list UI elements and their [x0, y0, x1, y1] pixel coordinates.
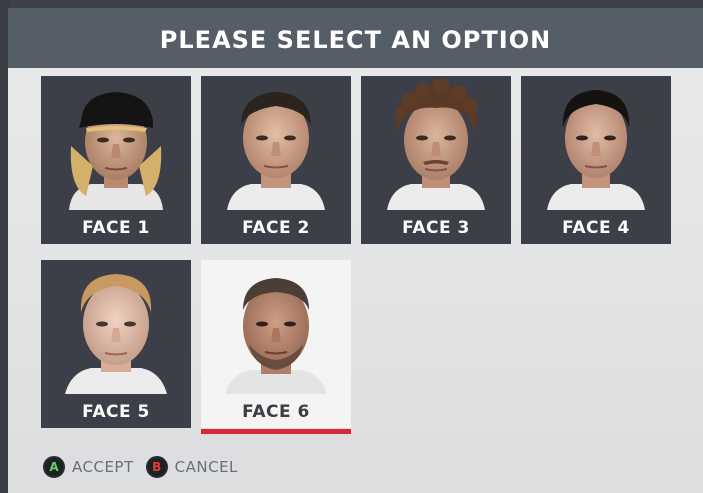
accept-label[interactable]: ACCEPT: [72, 458, 134, 476]
face-4-label: FACE 4: [562, 218, 630, 238]
dialog-header: PLEASE SELECT AN OPTION: [8, 8, 703, 68]
face-2-label: FACE 2: [242, 218, 310, 238]
face-4-portrait: [547, 90, 645, 210]
face-option-4[interactable]: FACE 4: [521, 76, 671, 244]
a-button-icon[interactable]: A: [43, 456, 65, 478]
face-5-label: FACE 5: [82, 402, 150, 422]
face-5-portrait: [65, 274, 167, 394]
face-3-label: FACE 3: [402, 218, 470, 238]
face-3-portrait: [387, 78, 485, 210]
face-2-portrait: [227, 92, 325, 210]
cancel-label[interactable]: CANCEL: [175, 458, 238, 476]
b-button-icon[interactable]: B: [145, 456, 168, 478]
face-6-label: FACE 6: [242, 402, 310, 422]
face-option-2[interactable]: FACE 2: [201, 76, 351, 244]
dialog-title: PLEASE SELECT AN OPTION: [159, 26, 552, 54]
face-option-6[interactable]: FACE 6: [201, 260, 351, 434]
selection-indicator: [201, 429, 351, 434]
face-option-5[interactable]: FACE 5: [41, 260, 191, 428]
button-legend: A ACCEPT B CANCEL: [43, 455, 250, 479]
face-1-label: FACE 1: [82, 218, 150, 238]
background-top-bar: [0, 0, 703, 8]
face-option-1[interactable]: FACE 1: [41, 76, 191, 244]
face-6-portrait: [225, 278, 327, 394]
face-select-dialog: PLEASE SELECT AN OPTION FACE 1 FACE 2 FA…: [8, 8, 703, 493]
face-option-3[interactable]: FACE 3: [361, 76, 511, 244]
face-1-portrait: [69, 92, 163, 210]
